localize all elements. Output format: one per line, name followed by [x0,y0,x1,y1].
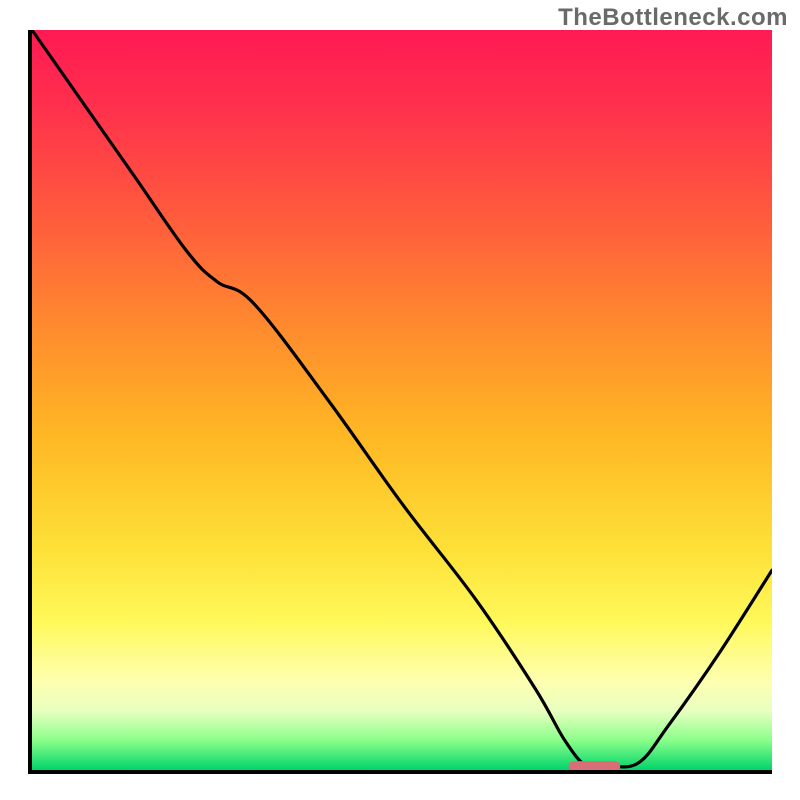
watermark-text: TheBottleneck.com [558,4,788,32]
bottleneck-curve-svg [32,30,772,770]
optimal-marker [569,761,621,770]
plot-area [28,30,772,774]
chart-stage: TheBottleneck.com [0,0,800,800]
bottleneck-curve-path [32,30,772,769]
